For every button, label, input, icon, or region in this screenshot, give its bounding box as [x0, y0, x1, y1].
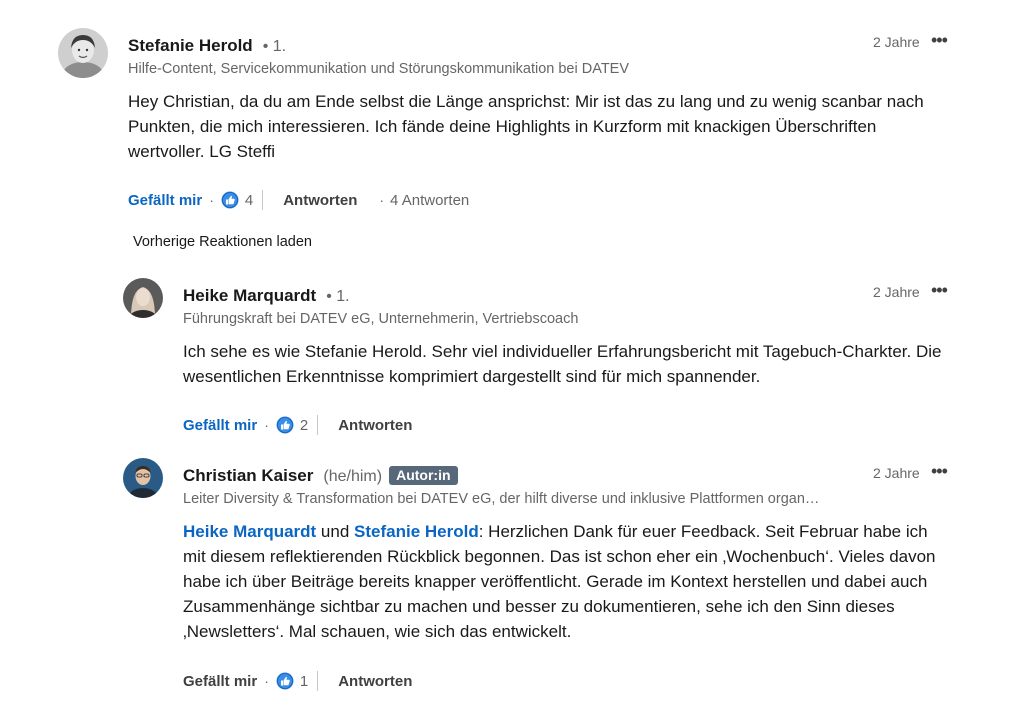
- author-headline: Leiter Diversity & Transformation bei DA…: [183, 491, 820, 507]
- author-headline: Führungskraft bei DATEV eG, Unternehmeri…: [183, 311, 579, 327]
- like-button[interactable]: Gefällt mir: [183, 673, 257, 690]
- comment-actions: Gefällt mir · 4 Antworten · 4 Antworten: [128, 189, 469, 211]
- author-name[interactable]: Heike Marquardt: [183, 286, 316, 306]
- like-icon[interactable]: [221, 191, 239, 209]
- reply-button[interactable]: Antworten: [283, 192, 357, 209]
- reply-button[interactable]: Antworten: [338, 673, 412, 690]
- previous-comment-actions-remnant: [128, 0, 368, 4]
- like-icon[interactable]: [276, 672, 294, 690]
- comment-text: Ich sehe es wie Stefanie Herold. Sehr vi…: [183, 342, 942, 386]
- replies-count[interactable]: · 4 Antworten: [379, 192, 469, 209]
- more-options-icon[interactable]: •••: [931, 31, 948, 49]
- comment-header: Stefanie Herold • 1.: [128, 36, 286, 56]
- divider: [262, 190, 264, 210]
- comment-actions: Gefällt mir · 2 Antworten: [183, 414, 412, 436]
- comment-text: Heike Marquardt und Stefanie Herold: Her…: [183, 519, 953, 644]
- like-icon[interactable]: [276, 416, 294, 434]
- avatar[interactable]: [123, 278, 163, 318]
- avatar[interactable]: [123, 458, 163, 498]
- timestamp: 2 Jahre: [873, 465, 920, 481]
- separator-dot: ·: [264, 417, 269, 433]
- mention-connector: und: [316, 522, 355, 541]
- comment-actions: Gefällt mir · 1 Antworten: [183, 670, 412, 692]
- author-badge: Autor:in: [389, 466, 458, 485]
- like-button[interactable]: Gefällt mir: [183, 417, 257, 434]
- comment-text: Hey Christian, da du am Ende selbst die …: [128, 92, 924, 161]
- like-count[interactable]: 4: [245, 192, 253, 209]
- mention-link[interactable]: Stefanie Herold: [354, 522, 479, 541]
- comment-header: Heike Marquardt • 1.: [183, 286, 350, 306]
- avatar[interactable]: [58, 28, 108, 78]
- timestamp: 2 Jahre: [873, 34, 920, 50]
- load-previous-replies-button[interactable]: Vorherige Reaktionen laden: [133, 234, 312, 250]
- author-name[interactable]: Stefanie Herold: [128, 36, 253, 56]
- divider: [317, 415, 319, 435]
- separator-dot: ·: [264, 673, 269, 689]
- more-options-icon[interactable]: •••: [931, 462, 948, 480]
- like-count[interactable]: 1: [300, 673, 308, 690]
- connection-degree: • 1.: [262, 38, 287, 55]
- timestamp: 2 Jahre: [873, 284, 920, 300]
- mention-link[interactable]: Heike Marquardt: [183, 522, 316, 541]
- author-pronouns: (he/him): [323, 468, 383, 485]
- author-headline: Hilfe-Content, Servicekommunikation und …: [128, 61, 630, 77]
- like-button[interactable]: Gefällt mir: [128, 192, 202, 209]
- reply-button[interactable]: Antworten: [338, 417, 412, 434]
- separator-dot: ·: [209, 192, 214, 208]
- connection-degree: • 1.: [326, 288, 350, 305]
- comment-header: Christian Kaiser (he/him) Autor:in: [183, 466, 458, 486]
- more-options-icon[interactable]: •••: [931, 281, 948, 299]
- like-count[interactable]: 2: [300, 417, 308, 434]
- author-name[interactable]: Christian Kaiser: [183, 466, 313, 486]
- divider: [317, 671, 319, 691]
- replies-count-label: 4 Antworten: [390, 191, 470, 209]
